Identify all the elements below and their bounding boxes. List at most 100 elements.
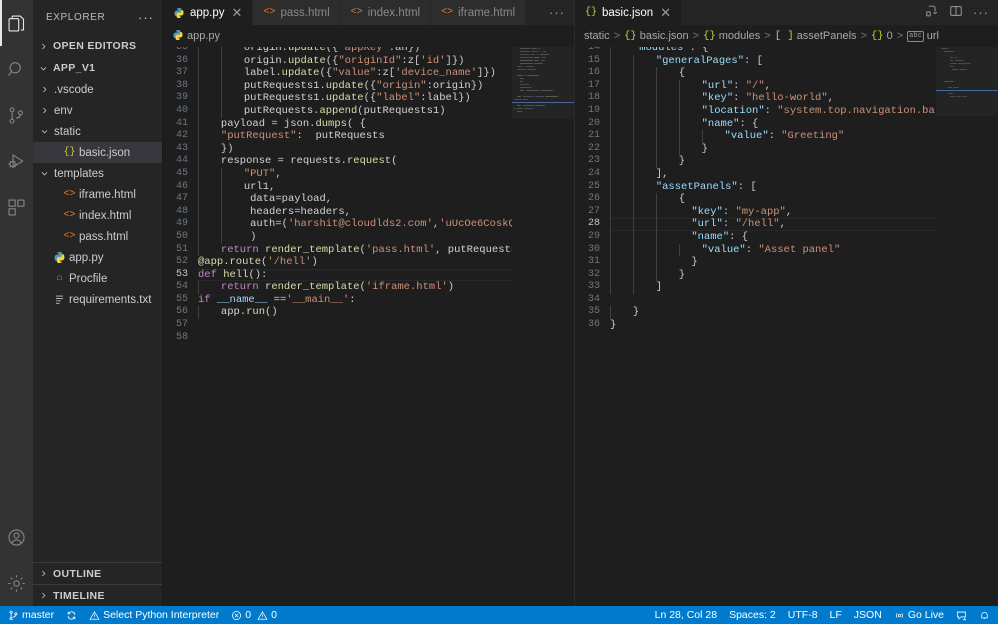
breadcrumb-item-basic-json[interactable]: {}basic.json [624,30,689,42]
status-language-mode[interactable]: JSON [848,606,888,624]
html-file-icon: <> [62,210,77,221]
line-number: 19 [575,105,609,118]
status-cursor-position[interactable]: Ln 28, Col 28 [649,606,723,624]
status-go-live[interactable]: Go Live [888,606,950,624]
tree-item-label: Procfile [69,273,107,285]
indent-guide [198,244,202,257]
breadcrumb-separator: > [861,30,867,42]
gear-icon [6,573,27,594]
status-python-interpreter[interactable]: Select Python Interpreter [83,606,225,624]
breadcrumb-item-app-py[interactable]: app.py [172,29,220,44]
tab-label: iframe.html [458,7,515,19]
code-text: if __name__ =='__main__': [197,294,574,307]
indent-guide [679,105,683,118]
section-timeline[interactable]: TIMELINE [33,584,162,606]
indent-guide [221,181,225,194]
tab-pass-html[interactable]: <>pass.html [253,0,340,25]
activity-search[interactable] [0,46,33,92]
tab-app-py[interactable]: app.py✕ [163,0,253,25]
tree-item-pass-html[interactable]: <>pass.html [33,226,162,247]
tree-item-env[interactable]: env [33,100,162,121]
line-number: 39 [163,92,197,105]
breadcrumb-item-modules[interactable]: {}modules [703,30,760,42]
indent-guide [679,92,683,105]
split-editor-down-icon[interactable] [925,4,939,21]
indent-guide [198,105,202,118]
more-actions-icon[interactable]: ··· [973,9,989,17]
indent-guide [610,306,614,319]
activity-explorer[interactable] [0,0,33,46]
indent-guide [610,67,614,80]
tab-close-icon[interactable]: ✕ [232,6,243,19]
code-text: label.update({"value":z['device_name']}) [197,67,574,80]
account-icon [6,527,27,548]
indent-guide [656,130,660,143]
status-feedback[interactable] [950,606,973,624]
breadcrumb-item-static[interactable]: static [584,30,610,42]
status-encoding[interactable]: UTF-8 [782,606,824,624]
extensions-icon [6,197,27,218]
line-number: 28 [575,218,609,231]
code-text: putRequests1.update({"origin":origin}) [197,80,574,93]
tree-item-app-py[interactable]: app.py [33,247,162,268]
status-problems[interactable]: 0 0 [225,606,283,624]
indent-guide [610,231,614,244]
indent-guide [656,231,660,244]
tree-item-iframe-html[interactable]: <>iframe.html [33,184,162,205]
breadcrumb-item-0[interactable]: {}0 [871,30,893,42]
sidebar-more-actions-icon[interactable]: ··· [138,13,154,23]
line-number: 44 [163,155,197,168]
breadcrumb-separator: > [764,30,770,42]
activity-run-and-debug[interactable] [0,138,33,184]
tree-item-static[interactable]: static [33,121,162,142]
tree-item-basic-json[interactable]: {}basic.json [33,142,162,163]
tree-item-index-html[interactable]: <>index.html [33,205,162,226]
code-editor-python[interactable]: 35 origin.update({"appKey":an})36 origin… [163,47,574,606]
tab-close-icon[interactable]: ✕ [660,6,671,19]
indent-guide [633,269,637,282]
section-project-root[interactable]: APP_V1 [33,57,162,79]
chevron-right-icon [37,85,52,94]
indent-guide [198,281,202,294]
code-line: 19 "location": "system.top.navigation.ba… [575,105,998,118]
status-notifications[interactable] [973,606,996,624]
line-number: 41 [163,118,197,131]
status-eol[interactable]: LF [824,606,848,624]
code-text: origin.update({"appKey":an}) [197,47,574,55]
indent-guide [633,244,637,257]
activity-source-control[interactable] [0,92,33,138]
line-number: 52 [163,256,197,269]
vscode-window: EXPLORER ··· OPEN EDITORS APP_V1 .vscode… [0,0,998,624]
line-number: 24 [575,168,609,181]
tree-item-templates[interactable]: templates [33,163,162,184]
status-error-count: 0 [245,609,251,621]
breadcrumb-item-assetpanels[interactable]: [ ]assetPanels [775,30,857,42]
status-sync[interactable] [60,606,83,624]
section-outline[interactable]: OUTLINE [33,562,162,584]
tab-basic-json[interactable]: {}basic.json✕ [575,0,682,25]
split-editor-right-icon[interactable] [949,4,963,21]
indent-guide [198,67,202,80]
status-indentation[interactable]: Spaces: 2 [723,606,782,624]
breadcrumb-item-url[interactable]: abcurl [907,30,939,42]
activity-extensions[interactable] [0,184,33,230]
tab-iframe-html[interactable]: <>iframe.html [431,0,526,25]
code-editor-json[interactable]: 14 "modules": {15 "generalPages": [16 {1… [575,47,998,606]
indent-guide [198,193,202,206]
section-open-editors[interactable]: OPEN EDITORS [33,35,162,57]
status-branch[interactable]: master [2,606,60,624]
code-line: 40 putRequests.append(putRequests1) [163,105,574,118]
activity-accounts[interactable] [0,514,33,560]
indent-guide [610,92,614,105]
tree-item-requirements-txt[interactable]: requirements.txt [33,289,162,310]
indent-guide [198,306,202,319]
code-line: 53def hell(): [163,269,574,282]
file-tree: .vscodeenvstatic{}basic.jsontemplates<>i… [33,79,162,562]
indent-guide [198,231,202,244]
status-go-live-label: Go Live [908,609,944,621]
tree-item--vscode[interactable]: .vscode [33,79,162,100]
activity-settings[interactable] [0,560,33,606]
tree-item-procfile[interactable]: ⌂Procfile [33,268,162,289]
tab-index-html[interactable]: <>index.html [341,0,431,25]
more-actions-icon[interactable]: ··· [549,9,565,17]
